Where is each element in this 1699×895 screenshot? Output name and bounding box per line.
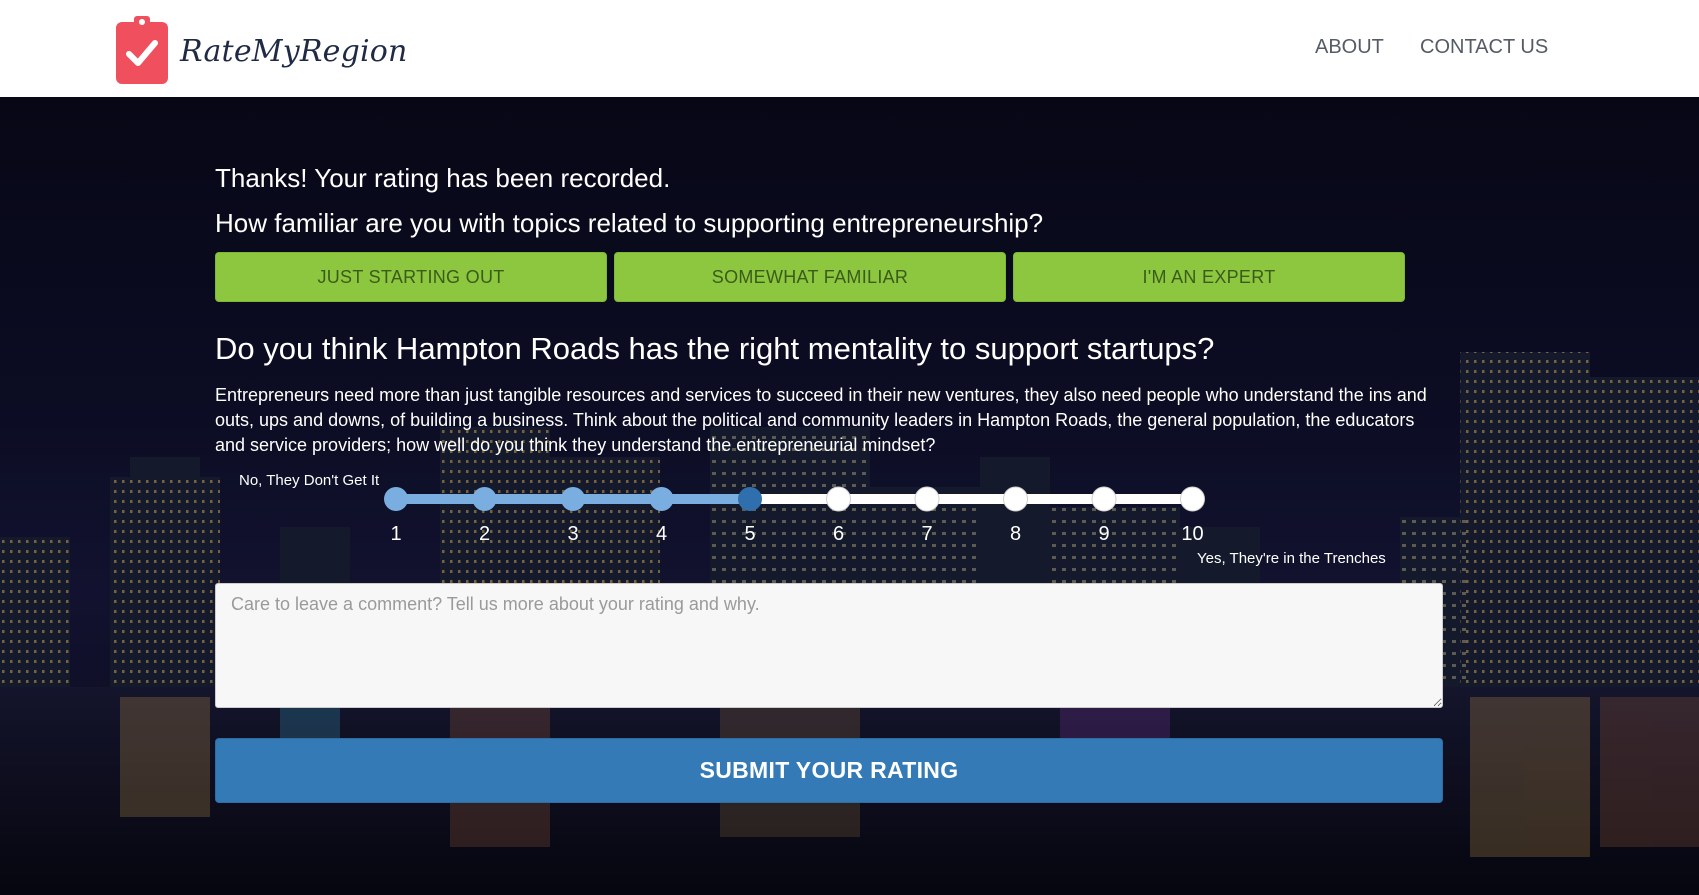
rating-tick-label: 6 — [833, 523, 844, 545]
rating-tick-label: 4 — [656, 523, 667, 545]
rating-option-9[interactable] — [1091, 486, 1117, 512]
confirmation-message: Thanks! Your rating has been recorded. — [215, 163, 671, 193]
rating-option-5[interactable] — [738, 487, 762, 511]
hero-section: Thanks! Your rating has been recorded. H… — [0, 97, 1699, 895]
rating-tick-label: 3 — [567, 523, 578, 545]
rating-tick-label: 9 — [1098, 523, 1109, 545]
rating-tick-label: 1 — [390, 523, 401, 545]
clipboard-check-icon[interactable] — [116, 14, 168, 84]
rating-slider[interactable]: 1 2 3 4 5 6 7 8 9 10 — [360, 477, 1220, 557]
nav-about-link[interactable]: ABOUT — [1315, 36, 1384, 59]
scale-low-label: No, They Don't Get It — [239, 472, 380, 489]
question-description: Entrepreneurs need more than just tangib… — [215, 385, 1427, 455]
rating-option-4[interactable] — [649, 487, 674, 511]
navbar: RateMyRegion ABOUT CONTACT US — [0, 0, 1699, 97]
rating-option-8[interactable] — [1003, 486, 1028, 512]
rating-option-7[interactable] — [914, 486, 940, 512]
rating-form: Thanks! Your rating has been recorded. H… — [0, 97, 1699, 895]
brand-name[interactable]: RateMyRegion — [180, 34, 408, 69]
somewhat-familiar-button[interactable]: SOMEWHAT FAMILIAR — [614, 252, 1006, 302]
expert-button[interactable]: I'M AN EXPERT — [1013, 252, 1405, 302]
rating-option-10[interactable] — [1180, 486, 1205, 512]
rating-option-3[interactable] — [561, 487, 585, 511]
comment-textarea[interactable] — [215, 583, 1443, 708]
rating-option-1[interactable] — [384, 487, 408, 511]
scale-high-label: Yes, They're in the Trenches — [1197, 550, 1386, 567]
submit-rating-button[interactable]: SUBMIT YOUR RATING — [215, 738, 1443, 803]
rating-tick-label: 2 — [479, 523, 490, 545]
nav-contact-link[interactable]: CONTACT US — [1420, 36, 1548, 59]
rating-tick-label: 10 — [1181, 523, 1203, 545]
familiarity-question: How familiar are you with topics related… — [215, 208, 1044, 238]
rating-option-6[interactable] — [826, 486, 851, 512]
just-starting-out-button[interactable]: JUST STARTING OUT — [215, 252, 607, 302]
rating-tick-label: 5 — [744, 523, 755, 545]
rating-tick-label: 8 — [1010, 523, 1021, 545]
rating-tick-label: 7 — [921, 523, 932, 545]
rating-question: Do you think Hampton Roads has the right… — [215, 331, 1215, 366]
rating-option-2[interactable] — [472, 487, 497, 511]
